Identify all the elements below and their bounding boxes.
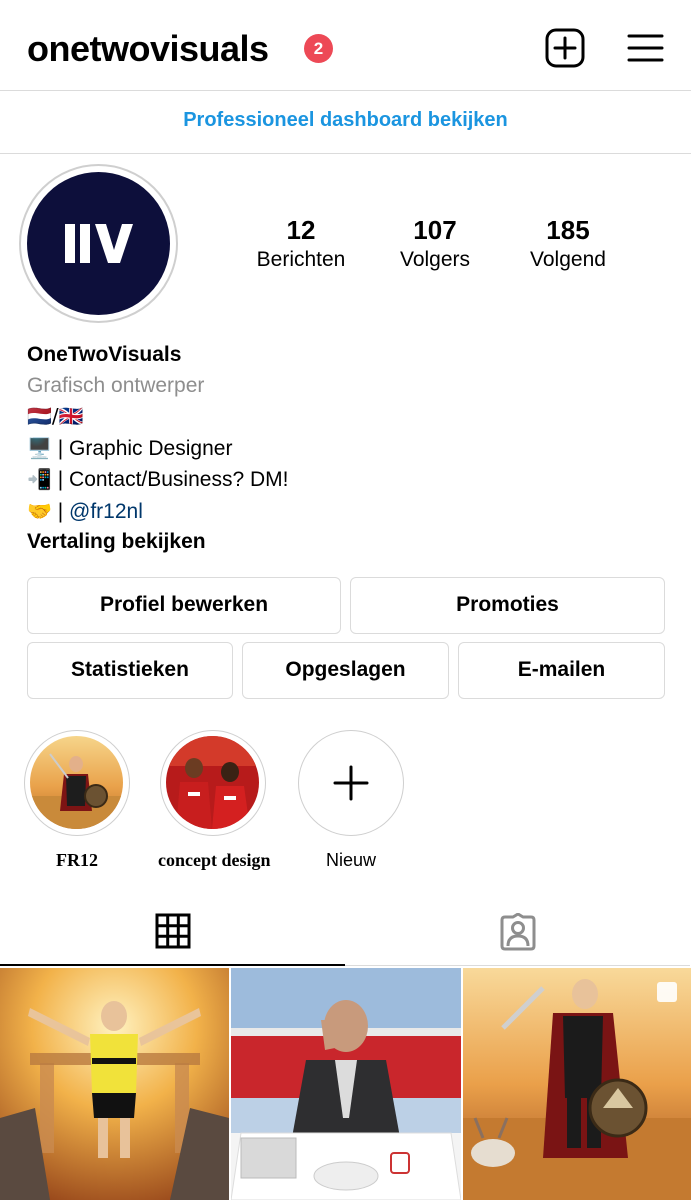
- saved-button[interactable]: Opgeslagen: [242, 642, 449, 699]
- hamburger-menu-icon[interactable]: [626, 28, 666, 68]
- post-thumbnail[interactable]: [231, 968, 461, 1200]
- flags-text: 🇳🇱/🇬🇧: [27, 404, 84, 428]
- professional-dashboard-link[interactable]: Professioneel dashboard bekijken: [183, 109, 508, 132]
- email-button[interactable]: E-mailen: [458, 642, 665, 699]
- highlight-label: Nieuw: [325, 850, 377, 870]
- post-image: [0, 968, 229, 1200]
- computer-icon: 🖥️: [27, 435, 52, 460]
- promotions-button[interactable]: Promoties: [350, 577, 665, 634]
- post-thumbnail[interactable]: [463, 968, 691, 1200]
- top-bar: onetwovisuals 2: [0, 0, 691, 91]
- bio-line-contact: 📲 | Contact/Business? DM!: [27, 464, 667, 496]
- tab-tagged[interactable]: [345, 896, 690, 966]
- professional-dashboard-bar: Professioneel dashboard bekijken: [0, 92, 691, 154]
- stat-followers[interactable]: 107 Volgers: [365, 214, 505, 274]
- insights-button[interactable]: Statistieken: [27, 642, 233, 699]
- profile-username[interactable]: onetwovisuals: [27, 28, 269, 70]
- edit-profile-button[interactable]: Profiel bewerken: [27, 577, 341, 634]
- highlight-cover-image: [166, 736, 259, 829]
- post-image: [463, 968, 691, 1200]
- phone-icon: 📲: [27, 467, 52, 491]
- post-image: [231, 968, 461, 1200]
- bio-line-designer: 🖥️ | Graphic Designer: [27, 433, 667, 465]
- tagged-person-icon: [500, 913, 536, 951]
- account-category: Grafisch ontwerper: [27, 373, 205, 397]
- notification-badge[interactable]: 2: [304, 34, 333, 63]
- plus-square-icon[interactable]: [545, 28, 585, 68]
- following-count: 185: [546, 215, 590, 245]
- following-label: Volgend: [530, 248, 606, 271]
- see-translation-link[interactable]: Vertaling bekijken: [27, 527, 667, 558]
- bio-flags-line: 🇳🇱/🇬🇧: [27, 401, 667, 433]
- highlight-new[interactable]: Nieuw: [296, 730, 406, 871]
- posts-count: 12: [286, 215, 316, 245]
- new-highlight-ring: [298, 730, 404, 836]
- highlight-ring: [24, 730, 130, 836]
- highlight-ring: [160, 730, 266, 836]
- bio-line3-text: |: [51, 499, 70, 523]
- avatar: [27, 172, 170, 315]
- highlight-concept-design[interactable]: concept design: [158, 730, 271, 871]
- mention-link[interactable]: @fr12nl: [69, 500, 143, 523]
- post-thumbnail[interactable]: [0, 968, 229, 1200]
- stat-posts[interactable]: 12 Berichten: [231, 214, 371, 274]
- brand-logo: [65, 224, 133, 263]
- tab-posts-grid[interactable]: [0, 896, 345, 966]
- bio-line2-text: | Contact/Business? DM!: [51, 468, 289, 491]
- carousel-icon: [657, 982, 677, 1002]
- highlight-cover-image: [30, 736, 123, 829]
- followers-label: Volgers: [399, 248, 471, 271]
- grid-icon: [155, 913, 191, 949]
- bio-line1-text: | Graphic Designer: [51, 436, 233, 460]
- plus-icon: [333, 765, 368, 800]
- highlight-label: FR12: [56, 850, 98, 870]
- profile-bio: OneTwoVisuals Grafisch ontwerper 🇳🇱/🇬🇧 🖥…: [27, 340, 667, 558]
- display-name: OneTwoVisuals: [27, 343, 182, 366]
- bio-line-mention: 🤝 | @fr12nl: [27, 496, 667, 528]
- profile-avatar-ring[interactable]: [19, 164, 178, 323]
- posts-label: Berichten: [256, 248, 346, 271]
- highlight-label: concept design: [158, 850, 271, 870]
- stat-following[interactable]: 185 Volgend: [498, 214, 638, 274]
- handshake-icon: 🤝: [27, 498, 52, 523]
- followers-count: 107: [413, 215, 457, 245]
- highlight-fr12[interactable]: FR12: [22, 730, 132, 871]
